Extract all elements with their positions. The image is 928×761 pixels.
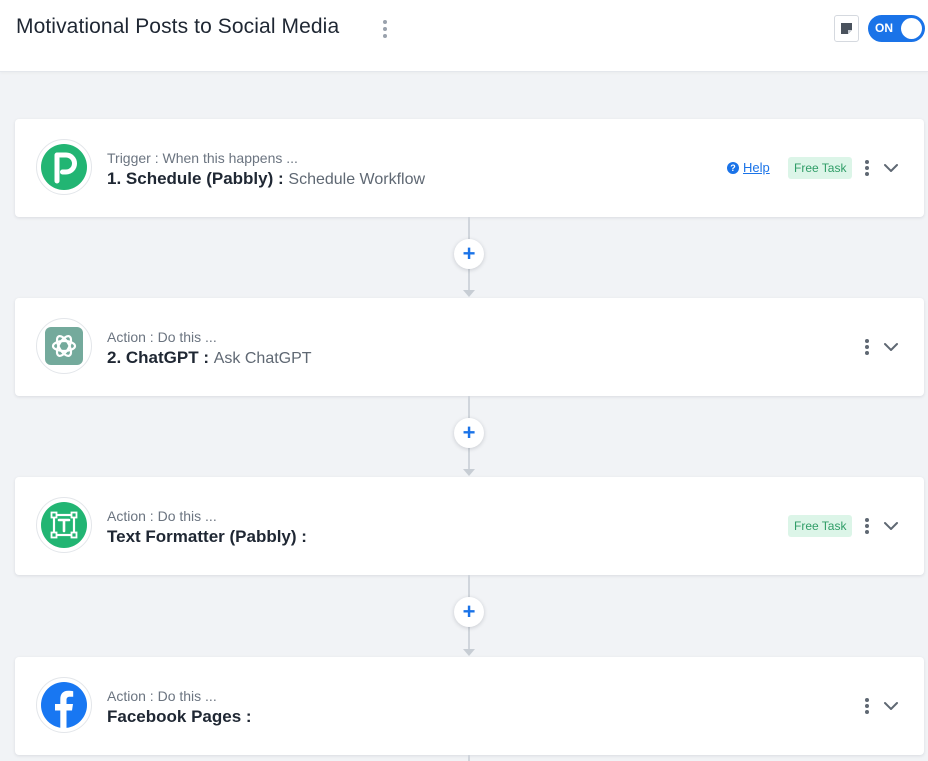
note-icon bbox=[841, 23, 852, 34]
step-app-name: Text Formatter (Pabbly) : bbox=[107, 527, 307, 546]
step-app-name: 2. ChatGPT : bbox=[107, 348, 210, 367]
help-label: Help bbox=[743, 160, 770, 175]
app-logo bbox=[36, 677, 92, 733]
step-card-schedule[interactable]: Trigger : When this happens ... 1. Sched… bbox=[15, 119, 924, 217]
step-app-name: Facebook Pages : bbox=[107, 707, 252, 726]
notes-button[interactable] bbox=[834, 15, 859, 42]
step-event-name: Ask ChatGPT bbox=[213, 350, 312, 367]
step-subtitle: Action : Do this ... bbox=[107, 508, 217, 524]
workflow-on-toggle[interactable]: ON bbox=[868, 15, 925, 42]
toggle-knob bbox=[901, 18, 922, 39]
step-title: 1. Schedule (Pabbly) : Schedule Workflow bbox=[107, 169, 425, 189]
help-link[interactable]: ? Help bbox=[727, 160, 770, 175]
step-title: 2. ChatGPT : Ask ChatGPT bbox=[107, 348, 312, 368]
add-step-button[interactable]: + bbox=[454, 418, 484, 448]
connector-arrow bbox=[463, 290, 475, 297]
chevron-down-icon[interactable] bbox=[883, 698, 899, 714]
add-step-button[interactable]: + bbox=[454, 597, 484, 627]
step-subtitle: Action : Do this ... bbox=[107, 329, 217, 345]
step-menu-icon[interactable] bbox=[863, 159, 871, 177]
free-task-badge: Free Task bbox=[788, 515, 853, 537]
step-card-text-formatter[interactable]: Action : Do this ... Text Formatter (Pab… bbox=[15, 477, 924, 575]
question-icon: ? bbox=[727, 161, 739, 174]
app-logo bbox=[36, 318, 92, 374]
step-title: Text Formatter (Pabbly) : bbox=[107, 527, 307, 547]
step-subtitle: Trigger : When this happens ... bbox=[107, 150, 298, 166]
step-menu-icon[interactable] bbox=[863, 697, 871, 715]
chevron-down-icon[interactable] bbox=[883, 160, 899, 176]
step-event-name: Schedule Workflow bbox=[288, 171, 426, 188]
workflow-header: Motivational Posts to Social Media ON bbox=[0, 0, 928, 72]
text-formatter-icon bbox=[41, 502, 87, 548]
step-card-chatgpt[interactable]: Action : Do this ... 2. ChatGPT : Ask Ch… bbox=[15, 298, 924, 396]
step-connector bbox=[468, 755, 470, 761]
facebook-icon bbox=[41, 682, 87, 728]
chatgpt-icon bbox=[45, 327, 83, 365]
connector-arrow bbox=[463, 469, 475, 476]
step-menu-icon[interactable] bbox=[863, 517, 871, 535]
step-menu-icon[interactable] bbox=[863, 338, 871, 356]
toggle-label: ON bbox=[875, 21, 893, 35]
add-step-button[interactable]: + bbox=[454, 239, 484, 269]
step-subtitle: Action : Do this ... bbox=[107, 688, 217, 704]
chevron-down-icon[interactable] bbox=[883, 339, 899, 355]
workflow-menu-icon[interactable] bbox=[381, 19, 389, 39]
free-task-badge: Free Task bbox=[788, 157, 853, 179]
pabbly-schedule-icon bbox=[41, 144, 87, 190]
step-title: Facebook Pages : bbox=[107, 707, 252, 727]
app-logo bbox=[36, 139, 92, 195]
connector-arrow bbox=[463, 649, 475, 656]
step-card-facebook[interactable]: Action : Do this ... Facebook Pages : bbox=[15, 657, 924, 755]
app-logo bbox=[36, 497, 92, 553]
chevron-down-icon[interactable] bbox=[883, 518, 899, 534]
workflow-title: Motivational Posts to Social Media bbox=[16, 15, 340, 38]
step-app-name: 1. Schedule (Pabbly) : bbox=[107, 169, 284, 188]
